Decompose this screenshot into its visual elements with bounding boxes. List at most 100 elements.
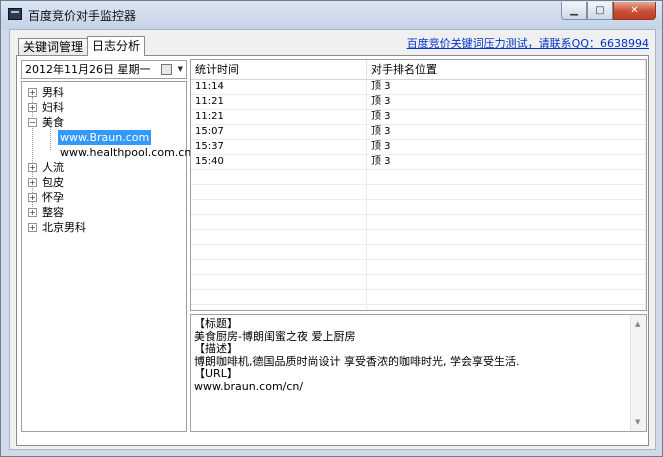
table-row[interactable]: 15:07 顶 3 [191, 125, 646, 140]
table-row[interactable]: 15:40 顶 3 [191, 155, 646, 170]
cell-rank: 顶 3 [367, 95, 646, 109]
expand-icon[interactable]: + [28, 208, 37, 217]
tab-keyword-management[interactable]: 关键词管理 [18, 38, 89, 56]
client-area: 关键词管理 日志分析 百度竞价关键词压力测试，请联系QQ：6638994 201… [9, 29, 656, 450]
ad-detail-box[interactable]: 【标题】 美食厨房-博朗闺蜜之夜 爱上厨房 【描述】 博朗咖啡机,德国品质时尚设… [190, 314, 647, 432]
calendar-icon[interactable] [161, 64, 172, 75]
empty-cell [191, 260, 367, 274]
empty-cell [191, 305, 367, 310]
tree-node-label: 包皮 [42, 176, 64, 189]
tree-node-nanke[interactable]: + 男科 [22, 85, 186, 100]
cell-time: 11:21 [191, 110, 367, 124]
tree-node-meishi[interactable]: − 美食 [22, 115, 186, 130]
empty-table-row [191, 230, 646, 245]
tree-node-healthpool[interactable]: www.healthpool.com.cn [22, 145, 191, 160]
tree-node-baopi[interactable]: + 包皮 [22, 175, 186, 190]
detail-title-label: 【标题】 [194, 317, 238, 330]
scroll-down-icon[interactable]: ▼ [635, 416, 640, 429]
empty-cell [367, 275, 646, 289]
tree-node-label: 北京男科 [42, 221, 86, 234]
tab-log-analysis[interactable]: 日志分析 [87, 36, 146, 56]
empty-cell [367, 230, 646, 244]
detail-url-value: www.braun.com/cn/ [194, 379, 304, 393]
scroll-up-icon[interactable]: ▲ [635, 318, 640, 331]
expand-icon[interactable]: + [28, 178, 37, 187]
tree-node-label: 怀孕 [42, 191, 64, 204]
tree-node-braun[interactable]: www.Braun.com [22, 130, 186, 145]
category-tree: + 男科 + 妇科 − 美食 www.Braun.com www.healthp… [21, 81, 191, 432]
tree-node-label: 美食 [42, 116, 64, 129]
empty-table-row [191, 215, 646, 230]
tree-node-fuke[interactable]: + 妇科 [22, 100, 186, 115]
table-row[interactable]: 11:21 顶 3 [191, 110, 646, 125]
window-title: 百度竞价对手监控器 [28, 9, 137, 23]
detail-url-label: 【URL】 [194, 367, 238, 380]
cell-time: 15:07 [191, 125, 367, 139]
empty-cell [367, 215, 646, 229]
tree-node-beijing-nanke[interactable]: + 北京男科 [22, 220, 186, 235]
detail-desc-value: 博朗咖啡机,德国品质时尚设计 享受香浓的咖啡时光, 学会享受生活. [194, 354, 520, 368]
cell-time: 15:40 [191, 155, 367, 169]
tree-node-zhengrong[interactable]: + 整容 [22, 205, 186, 220]
close-icon: ✕ [630, 5, 639, 16]
empty-cell [367, 260, 646, 274]
collapse-icon[interactable]: − [28, 118, 37, 127]
expand-icon[interactable]: + [28, 103, 37, 112]
maximize-icon: □ [595, 5, 605, 16]
empty-table-row [191, 260, 646, 275]
detail-desc-label: 【描述】 [194, 342, 238, 355]
tree-node-label: 男科 [42, 86, 64, 99]
tab-strip: 关键词管理 日志分析 [18, 36, 146, 56]
date-value: 2012年11月26日 星期一 [25, 63, 151, 76]
table-row[interactable]: 11:21 顶 3 [191, 95, 646, 110]
close-button[interactable]: ✕ [613, 2, 656, 20]
tree-node-renliu[interactable]: + 人流 [22, 160, 186, 175]
column-header-rank[interactable]: 对手排名位置 [367, 60, 646, 79]
empty-cell [367, 245, 646, 259]
column-header-time[interactable]: 统计时间 [191, 60, 367, 79]
empty-table-row [191, 185, 646, 200]
table-header: 统计时间 对手排名位置 [191, 60, 646, 80]
empty-cell [191, 170, 367, 184]
empty-cell [191, 200, 367, 214]
expand-icon[interactable]: + [28, 223, 37, 232]
table-row[interactable]: 15:37 顶 3 [191, 140, 646, 155]
table-row[interactable]: 11:14 顶 3 [191, 80, 646, 95]
empty-cell [191, 230, 367, 244]
minimize-icon: ▁ [570, 5, 578, 16]
empty-cell [191, 290, 367, 304]
empty-cell [191, 245, 367, 259]
tree-node-huaiyun[interactable]: + 怀孕 [22, 190, 186, 205]
tree-node-label: 妇科 [42, 101, 64, 114]
empty-table-row [191, 305, 646, 310]
empty-cell [367, 200, 646, 214]
date-picker[interactable]: 2012年11月26日 星期一 ▼ [21, 60, 187, 79]
app-icon [8, 8, 22, 20]
minimize-button[interactable]: ▁ [561, 2, 587, 20]
empty-cell [367, 185, 646, 199]
cell-rank: 顶 3 [367, 155, 646, 169]
promo-link[interactable]: 百度竞价关键词压力测试，请联系QQ：6638994 [407, 35, 649, 51]
tree-node-label: 人流 [42, 161, 64, 174]
title-bar[interactable]: 百度竞价对手监控器 ▁ □ ✕ [1, 1, 662, 29]
empty-table-row [191, 275, 646, 290]
app-window: 百度竞价对手监控器 ▁ □ ✕ 关键词管理 日志分析 百度竞价关键词压力测试，请… [0, 0, 663, 457]
empty-cell [367, 290, 646, 304]
cell-time: 11:14 [191, 80, 367, 94]
maximize-button[interactable]: □ [587, 2, 613, 20]
log-analysis-panel: 2012年11月26日 星期一 ▼ + 男科 + 妇科 − 美食 www.Bra… [16, 55, 649, 446]
empty-cell [367, 170, 646, 184]
expand-icon[interactable]: + [28, 163, 37, 172]
cell-rank: 顶 3 [367, 80, 646, 94]
expand-icon[interactable]: + [28, 88, 37, 97]
tree-node-label: 整容 [42, 206, 64, 219]
vertical-scrollbar[interactable]: ▲ ▼ [630, 315, 646, 431]
tree-node-label: www.healthpool.com.cn [60, 146, 192, 159]
chevron-down-icon[interactable]: ▼ [178, 61, 183, 78]
empty-cell [191, 275, 367, 289]
cell-time: 11:21 [191, 95, 367, 109]
empty-cell [191, 215, 367, 229]
expand-icon[interactable]: + [28, 193, 37, 202]
window-controls: ▁ □ ✕ [561, 2, 656, 20]
empty-table-row [191, 245, 646, 260]
